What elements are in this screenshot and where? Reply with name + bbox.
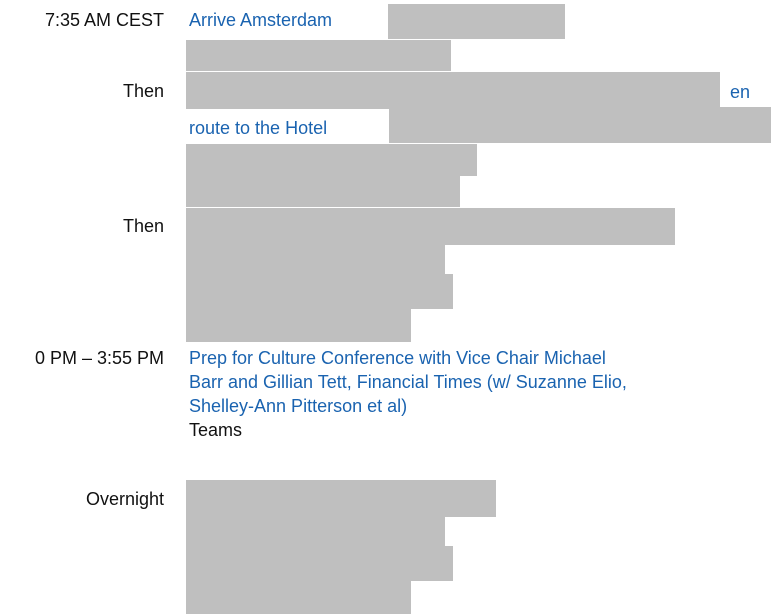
redaction-block [186, 208, 675, 245]
redaction-block [186, 309, 411, 342]
event-arrive-amsterdam[interactable]: Arrive Amsterdam [189, 8, 332, 32]
redaction-block [186, 245, 445, 274]
event-en-route-hotel[interactable]: route to the Hotel [189, 116, 327, 140]
event-prep-culture-conference-line2[interactable]: Barr and Gillian Tett, Financial Times (… [189, 370, 627, 394]
redaction-block [186, 40, 451, 71]
redaction-block [186, 274, 453, 309]
event-en-route-fragment[interactable]: en [730, 80, 750, 104]
event-prep-culture-conference-line3[interactable]: Shelley-Ann Pitterson et al) [189, 394, 407, 418]
time-then-2: Then [122, 216, 164, 236]
redaction-block [388, 4, 565, 39]
time-then-1: Then [122, 81, 164, 101]
redaction-block [186, 72, 720, 109]
time-overnight: Overnight [85, 489, 164, 509]
event-prep-culture-conference-line1[interactable]: Prep for Culture Conference with Vice Ch… [189, 346, 606, 370]
time-arrive: 7:35 AM CEST [44, 10, 164, 30]
redaction-block [186, 517, 445, 546]
redaction-block [186, 581, 411, 614]
event-location-teams: Teams [189, 420, 243, 440]
redaction-block [389, 107, 771, 143]
redaction-block [186, 480, 496, 517]
redaction-block [186, 546, 453, 581]
redaction-block [186, 176, 460, 207]
redaction-block [186, 144, 477, 176]
time-prep-meeting: 0 PM – 3:55 PM [34, 348, 164, 368]
